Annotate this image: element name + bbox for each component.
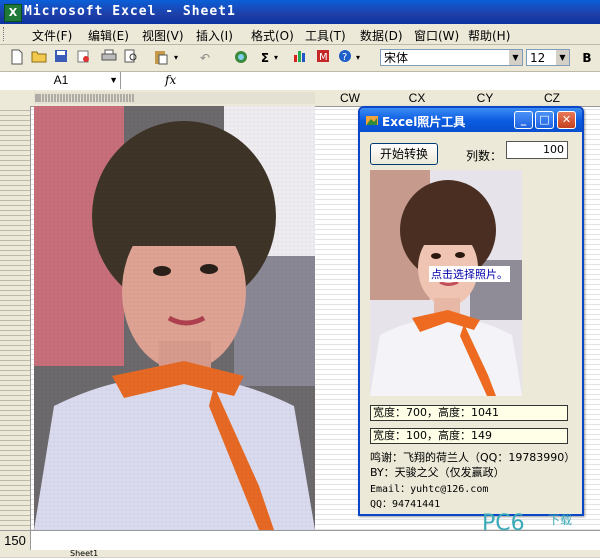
help-icon[interactable]: ? — [336, 49, 354, 67]
email-text: Email：yuhtc@126.com — [370, 484, 489, 495]
name-box-dropdown-icon[interactable]: ▼ — [109, 72, 118, 89]
help-dropdown-icon[interactable]: ▾ — [354, 49, 362, 67]
font-size-dropdown-icon[interactable]: ▼ — [556, 50, 569, 65]
menu-data[interactable]: 数据(D) — [360, 27, 403, 44]
portrait-photo — [370, 170, 522, 396]
converted-size-field: 宽度：100，高度：149 — [370, 428, 568, 444]
bold-button[interactable]: B — [578, 49, 596, 67]
qq-text: QQ：94741441 — [370, 499, 441, 510]
cell-reference: A1 — [53, 73, 69, 87]
watermark-suffix: 下载 — [548, 513, 573, 527]
row-header-bar — [0, 106, 31, 530]
watermark-logo: PC6 — [482, 511, 525, 536]
menu-tools[interactable]: 工具(T) — [305, 27, 346, 44]
close-button[interactable]: ✕ — [557, 111, 576, 129]
font-name-value: 宋体 — [384, 51, 409, 65]
dialog-app-icon — [366, 116, 378, 125]
open-folder-icon[interactable] — [30, 49, 48, 67]
toolbar-grip[interactable] — [3, 27, 7, 41]
hyperlink-icon[interactable] — [232, 49, 250, 67]
print-preview-icon[interactable] — [122, 49, 140, 67]
font-name-select[interactable]: 宋体 ▼ — [380, 49, 523, 66]
undo-icon[interactable]: ↶ — [196, 49, 214, 67]
svg-text:M: M — [319, 52, 328, 63]
save-icon[interactable] — [52, 49, 70, 67]
menu-format[interactable]: 格式(O) — [251, 27, 294, 44]
paste-icon[interactable] — [152, 49, 170, 67]
font-dropdown-icon[interactable]: ▼ — [509, 50, 522, 65]
font-size-value: 12 — [530, 51, 546, 65]
chart-wizard-icon[interactable] — [292, 49, 310, 67]
excel-icon: X — [4, 4, 22, 22]
print-icon[interactable] — [100, 49, 118, 67]
cell-pixel-portrait — [34, 106, 315, 530]
select-photo-hint[interactable]: 点击选择照片。 — [429, 266, 510, 282]
column-header-cy[interactable]: CY — [465, 91, 505, 105]
start-convert-button[interactable]: 开始转换 — [370, 143, 438, 165]
minimize-button[interactable]: _ — [514, 111, 533, 129]
maximize-button[interactable]: □ — [535, 111, 554, 129]
macro-icon[interactable]: M — [314, 49, 332, 67]
sheet-tab[interactable]: Sheet1 — [70, 550, 98, 558]
column-header-cz[interactable]: CZ — [532, 91, 572, 105]
menu-insert[interactable]: 插入(I) — [196, 27, 233, 44]
font-size-select[interactable]: 12 ▼ — [526, 49, 570, 66]
window-titlebar: X Microsoft Excel - Sheet1 — [0, 0, 600, 24]
paste-dropdown-icon[interactable]: ▾ — [172, 49, 180, 67]
dialog-titlebar[interactable]: Excel照片工具 _ □ ✕ — [360, 108, 582, 132]
column-header-bar: CW CX CY CZ — [0, 90, 600, 107]
dialog-title: Excel照片工具 — [382, 115, 466, 129]
photo-preview[interactable]: 点击选择照片。 — [370, 170, 522, 396]
menu-file[interactable]: 文件(F) — [32, 27, 72, 44]
name-box[interactable]: A1 ▼ — [2, 72, 121, 89]
row-number[interactable]: 150 — [0, 531, 31, 551]
column-header-cx[interactable]: CX — [397, 91, 437, 105]
column-header-cw[interactable]: CW — [330, 91, 370, 105]
menu-help[interactable]: 帮助(H) — [468, 27, 510, 44]
sheet-tab-bar: Sheet1 — [0, 550, 600, 558]
thanks-text: 鸣谢：飞翔的荷兰人（QQ：19783990） — [370, 451, 576, 464]
svg-text:?: ? — [342, 52, 347, 63]
window-title: Microsoft Excel - Sheet1 — [24, 4, 236, 19]
new-file-icon[interactable] — [8, 49, 26, 67]
standard-toolbar: ▾ ↶ Σ ▾ M ? ▾ 宋体 ▼ 12 ▼ B — [0, 45, 600, 72]
menu-edit[interactable]: 编辑(E) — [88, 27, 129, 44]
pc6-watermark: PC6 下载 — [482, 507, 592, 547]
compressed-column-headers — [34, 92, 315, 104]
formula-bar: A1 ▼ fx — [0, 72, 600, 91]
menu-window[interactable]: 窗口(W) — [414, 27, 459, 44]
photo-tool-dialog: Excel照片工具 _ □ ✕ 开始转换 列数： 100 点击选择照片。 宽度：… — [358, 106, 584, 516]
function-icon[interactable]: fx — [165, 73, 176, 87]
author-text: BY：天骏之父（仅发赢政） — [370, 466, 505, 479]
original-size-field: 宽度：700，高度：1041 — [370, 405, 568, 421]
autosum-dropdown-icon[interactable]: ▾ — [272, 49, 280, 67]
columns-input[interactable]: 100 — [506, 141, 568, 159]
menu-view[interactable]: 视图(V) — [142, 27, 184, 44]
columns-label: 列数： — [466, 149, 503, 163]
permission-icon[interactable] — [74, 49, 92, 67]
menu-bar: 文件(F) 编辑(E) 视图(V) 插入(I) 格式(O) 工具(T) 数据(D… — [0, 24, 600, 45]
